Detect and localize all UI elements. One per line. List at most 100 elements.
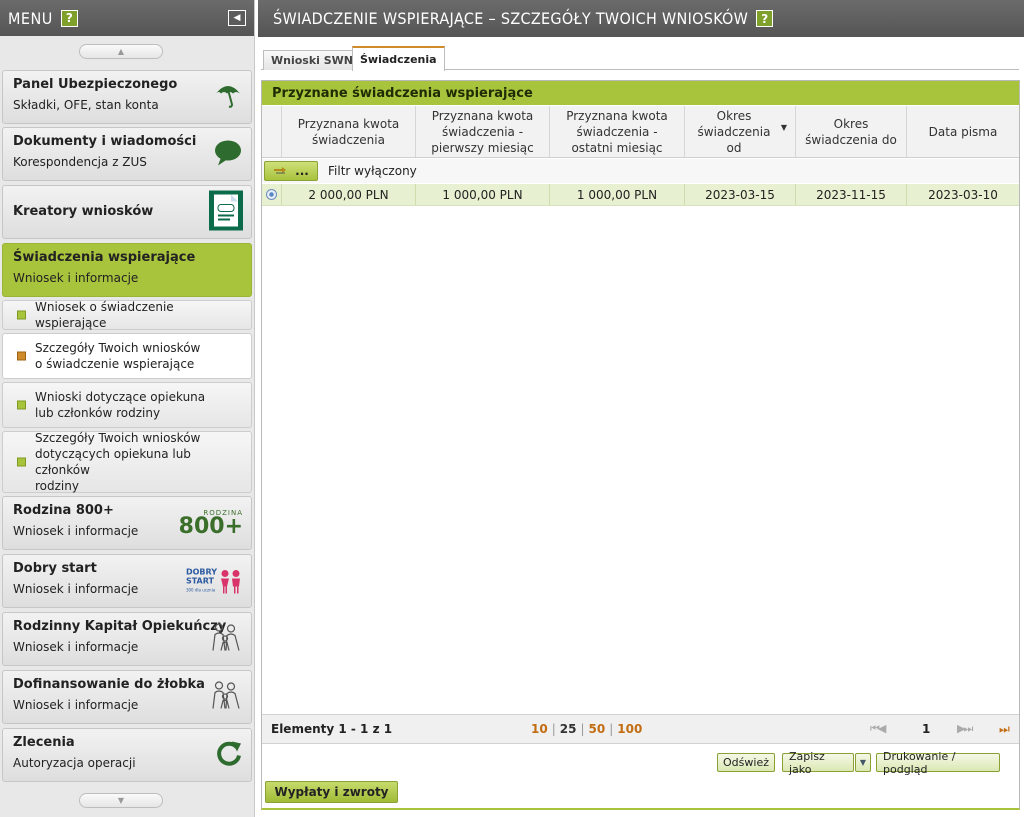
next-page-icon[interactable]: ▶⏭ — [957, 722, 973, 736]
sidebar-item-subtitle: Wniosek i informacje — [13, 271, 139, 285]
cell-okres-do: 2023-11-15 — [796, 184, 907, 205]
page-size-10[interactable]: 10 — [531, 722, 548, 736]
submenu-item-label-line1: Szczegóły Twoich wniosków — [35, 431, 201, 445]
filter-arrows-icon — [274, 167, 287, 174]
filter-status: Filtr wyłączony — [328, 164, 417, 178]
sidebar-item-title: Panel Ubezpieczonego — [13, 77, 178, 92]
cell-okres-od: 2023-03-15 — [685, 184, 796, 205]
page-help-button[interactable]: ? — [756, 10, 774, 27]
submenu-item-label: Wniosek o świadczenie wspierające — [35, 300, 174, 330]
column-header-data-pisma[interactable]: Data pisma — [907, 106, 1019, 157]
filter-button[interactable]: ... — [264, 161, 318, 181]
column-header-kwota[interactable]: Przyznana kwota świadczenia — [282, 106, 416, 157]
submenu-item-label-line2: o świadczenie wspierające — [35, 357, 195, 371]
save-as-button[interactable]: Zapisz jako — [782, 750, 854, 776]
menu-scroll-up-button[interactable]: ▲ — [79, 44, 163, 59]
column-header-label: Okres świadczenia od — [697, 108, 771, 155]
sidebar-item-dokumenty[interactable]: Dokumenty i wiadomości Korespondencja z … — [2, 127, 252, 181]
pagination-bar: Elementy 1 - 1 z 1 10 | 25 | 50 | 100 ⏮◀ 1 ▶⏭ … — [262, 714, 1019, 744]
sidebar-item-title: Świadczenia wspierające — [13, 250, 196, 265]
sidebar-item-title: Kreatory wniosków — [13, 204, 154, 219]
submenu-item-label-line1: Szczegóły Twoich wniosków — [35, 341, 201, 355]
column-header-ostatni-miesiac[interactable]: Przyznana kwota świadczenia - ostatni mi… — [550, 106, 685, 157]
main-content: ŚWIADCZENIE WSPIERAJĄCE – SZCZEGÓŁY TWOI… — [258, 0, 1024, 817]
submenu-item-label-line2: lub członków rodziny — [35, 406, 161, 420]
panel-title: Przyznane świadczenia wspierające — [262, 81, 1019, 105]
sidebar-item-rodzinny-kapital[interactable]: Rodzinny Kapitał Opiekuńczy Wniosek i in… — [2, 612, 252, 666]
column-header-okres-do[interactable]: Okres świadczenia do — [796, 106, 907, 157]
rodzina-800-logo: RODZINA 800+ — [178, 509, 243, 539]
sidebar-item-rodzina-800[interactable]: Rodzina 800+ Wniosek i informacje RODZIN… — [2, 496, 252, 550]
benefits-panel: Przyznane świadczenia wspierające Przyzn… — [261, 80, 1020, 810]
page-size-selector: 10 | 25 | 50 | 100 — [531, 722, 643, 736]
children-icon — [221, 569, 240, 593]
sort-desc-icon: ▼ — [780, 123, 787, 132]
family-icon — [209, 623, 243, 656]
bullet-icon — [17, 310, 26, 320]
column-header-okres-od[interactable]: Okres świadczenia od ▼ — [685, 106, 796, 157]
sidebar-item-subtitle: Składki, OFE, stan konta — [13, 98, 159, 112]
save-as-dropdown-icon[interactable]: ▼ — [855, 753, 871, 772]
column-header-pierwszy-miesiac[interactable]: Przyznana kwota świadczenia - pierwszy m… — [416, 106, 550, 157]
menu-help-button[interactable]: ? — [60, 9, 78, 27]
submenu-item-label-line2: dotyczących opiekuna lub członków — [35, 447, 191, 477]
page-size-100[interactable]: 100 — [617, 722, 642, 736]
filter-row: ... Filtr wyłączony — [262, 159, 1019, 183]
last-page-icon[interactable]: ⏭ — [999, 722, 1010, 737]
current-page: 1 — [922, 722, 931, 736]
select-column-header — [262, 106, 282, 157]
umbrella-icon — [213, 81, 243, 114]
page-size-50[interactable]: 50 — [589, 722, 606, 736]
page-header: ŚWIADCZENIE WSPIERAJĄCE – SZCZEGÓŁY TWOI… — [258, 0, 1024, 37]
sidebar-item-zlecenia[interactable]: Zlecenia Autoryzacja operacji — [2, 728, 252, 782]
table-row[interactable]: 2 000,00 PLN 1 000,00 PLN 1 000,00 PLN 2… — [262, 184, 1019, 206]
menu-scroll-down-button[interactable]: ▼ — [79, 793, 163, 808]
page-size-25[interactable]: 25 — [560, 722, 577, 736]
submenu-item-szczegoly-wnioskow-opiekuna[interactable]: Szczegóły Twoich wniosków dotyczących op… — [2, 431, 252, 493]
cell-pierwszy-miesiac: 1 000,00 PLN — [416, 184, 550, 205]
first-page-icon[interactable]: ⏮◀ — [870, 722, 886, 736]
payments-refunds-button[interactable]: Wypłaty i zwroty — [265, 781, 398, 803]
document-form-icon — [209, 190, 243, 234]
menu-header: MENU ? ◀ — [0, 0, 254, 36]
sidebar-item-subtitle: Autoryzacja operacji — [13, 756, 136, 770]
sidebar-item-title: Dofinansowanie do żłobka — [13, 677, 205, 692]
family-icon — [209, 681, 243, 714]
page-title: ŚWIADCZENIE WSPIERAJĄCE – SZCZEGÓŁY TWOI… — [273, 9, 749, 28]
menu-title: MENU — [8, 8, 53, 28]
refresh-button[interactable]: Odśwież — [717, 753, 775, 772]
table-header: Przyznana kwota świadczenia Przyznana kw… — [262, 106, 1019, 158]
tab-swiadczenia[interactable]: Świadczenia — [352, 46, 445, 71]
sidebar-item-subtitle: Wniosek i informacje — [13, 640, 139, 654]
sidebar-item-title: Dokumenty i wiadomości — [13, 134, 197, 149]
sidebar-item-panel-ubezpieczonego[interactable]: Panel Ubezpieczonego Składki, OFE, stan … — [2, 70, 252, 124]
sidebar-menu: MENU ? ◀ ▲ Panel Ubezpieczonego Składki,… — [0, 0, 255, 817]
sidebar-item-subtitle: Wniosek i informacje — [13, 698, 139, 712]
collapse-menu-button[interactable]: ◀ — [228, 10, 246, 26]
sidebar-item-swiadczenia-wspierajace[interactable]: Świadczenia wspierające Wniosek i inform… — [2, 243, 252, 297]
cell-data-pisma: 2023-03-10 — [928, 187, 998, 202]
sidebar-item-kreatory[interactable]: Kreatory wniosków — [2, 185, 252, 239]
dobry-start-logo: DOBRY START 300 dla ucznia — [186, 568, 243, 595]
bullet-icon — [17, 400, 26, 410]
sidebar-item-dofinansowanie-zlobka[interactable]: Dofinansowanie do żłobka Wniosek i infor… — [2, 670, 252, 724]
items-count: Elementy 1 - 1 z 1 — [271, 722, 393, 736]
bullet-icon — [17, 351, 26, 361]
cell-kwota: 2 000,00 PLN — [282, 184, 416, 205]
logo-text-1: DOBRY — [185, 567, 217, 577]
submenu-item-label-line1: Wnioski dotyczące opiekuna — [35, 390, 206, 404]
tab-bar: Wnioski SWN Świadczenia — [261, 46, 1019, 71]
action-bar: Odśwież Zapisz jako ▼ Drukowanie / podgl… — [262, 750, 1019, 777]
submenu-item-szczegoly-wnioskow-swn[interactable]: Szczegóły Twoich wniosków o świadczenie … — [2, 333, 252, 379]
sidebar-item-title: Rodzinny Kapitał Opiekuńczy — [13, 619, 227, 634]
logo-big-text: 800+ — [178, 514, 243, 539]
filter-button-label: ... — [295, 164, 309, 178]
print-preview-button[interactable]: Drukowanie / podgląd — [876, 750, 1000, 776]
submenu-item-wniosek-swn[interactable]: Wniosek o świadczenie wspierające — [2, 300, 252, 330]
row-select-radio[interactable] — [266, 189, 277, 200]
sidebar-item-dobry-start[interactable]: Dobry start Wniosek i informacje DOBRY S… — [2, 554, 252, 608]
submenu-item-label-line3: rodziny — [35, 479, 79, 493]
submenu-item-wnioski-opiekuna[interactable]: Wnioski dotyczące opiekuna lub członków … — [2, 382, 252, 428]
tab-wnioski-swn[interactable]: Wnioski SWN — [263, 50, 362, 70]
sidebar-item-subtitle: Korespondencja z ZUS — [13, 155, 147, 169]
